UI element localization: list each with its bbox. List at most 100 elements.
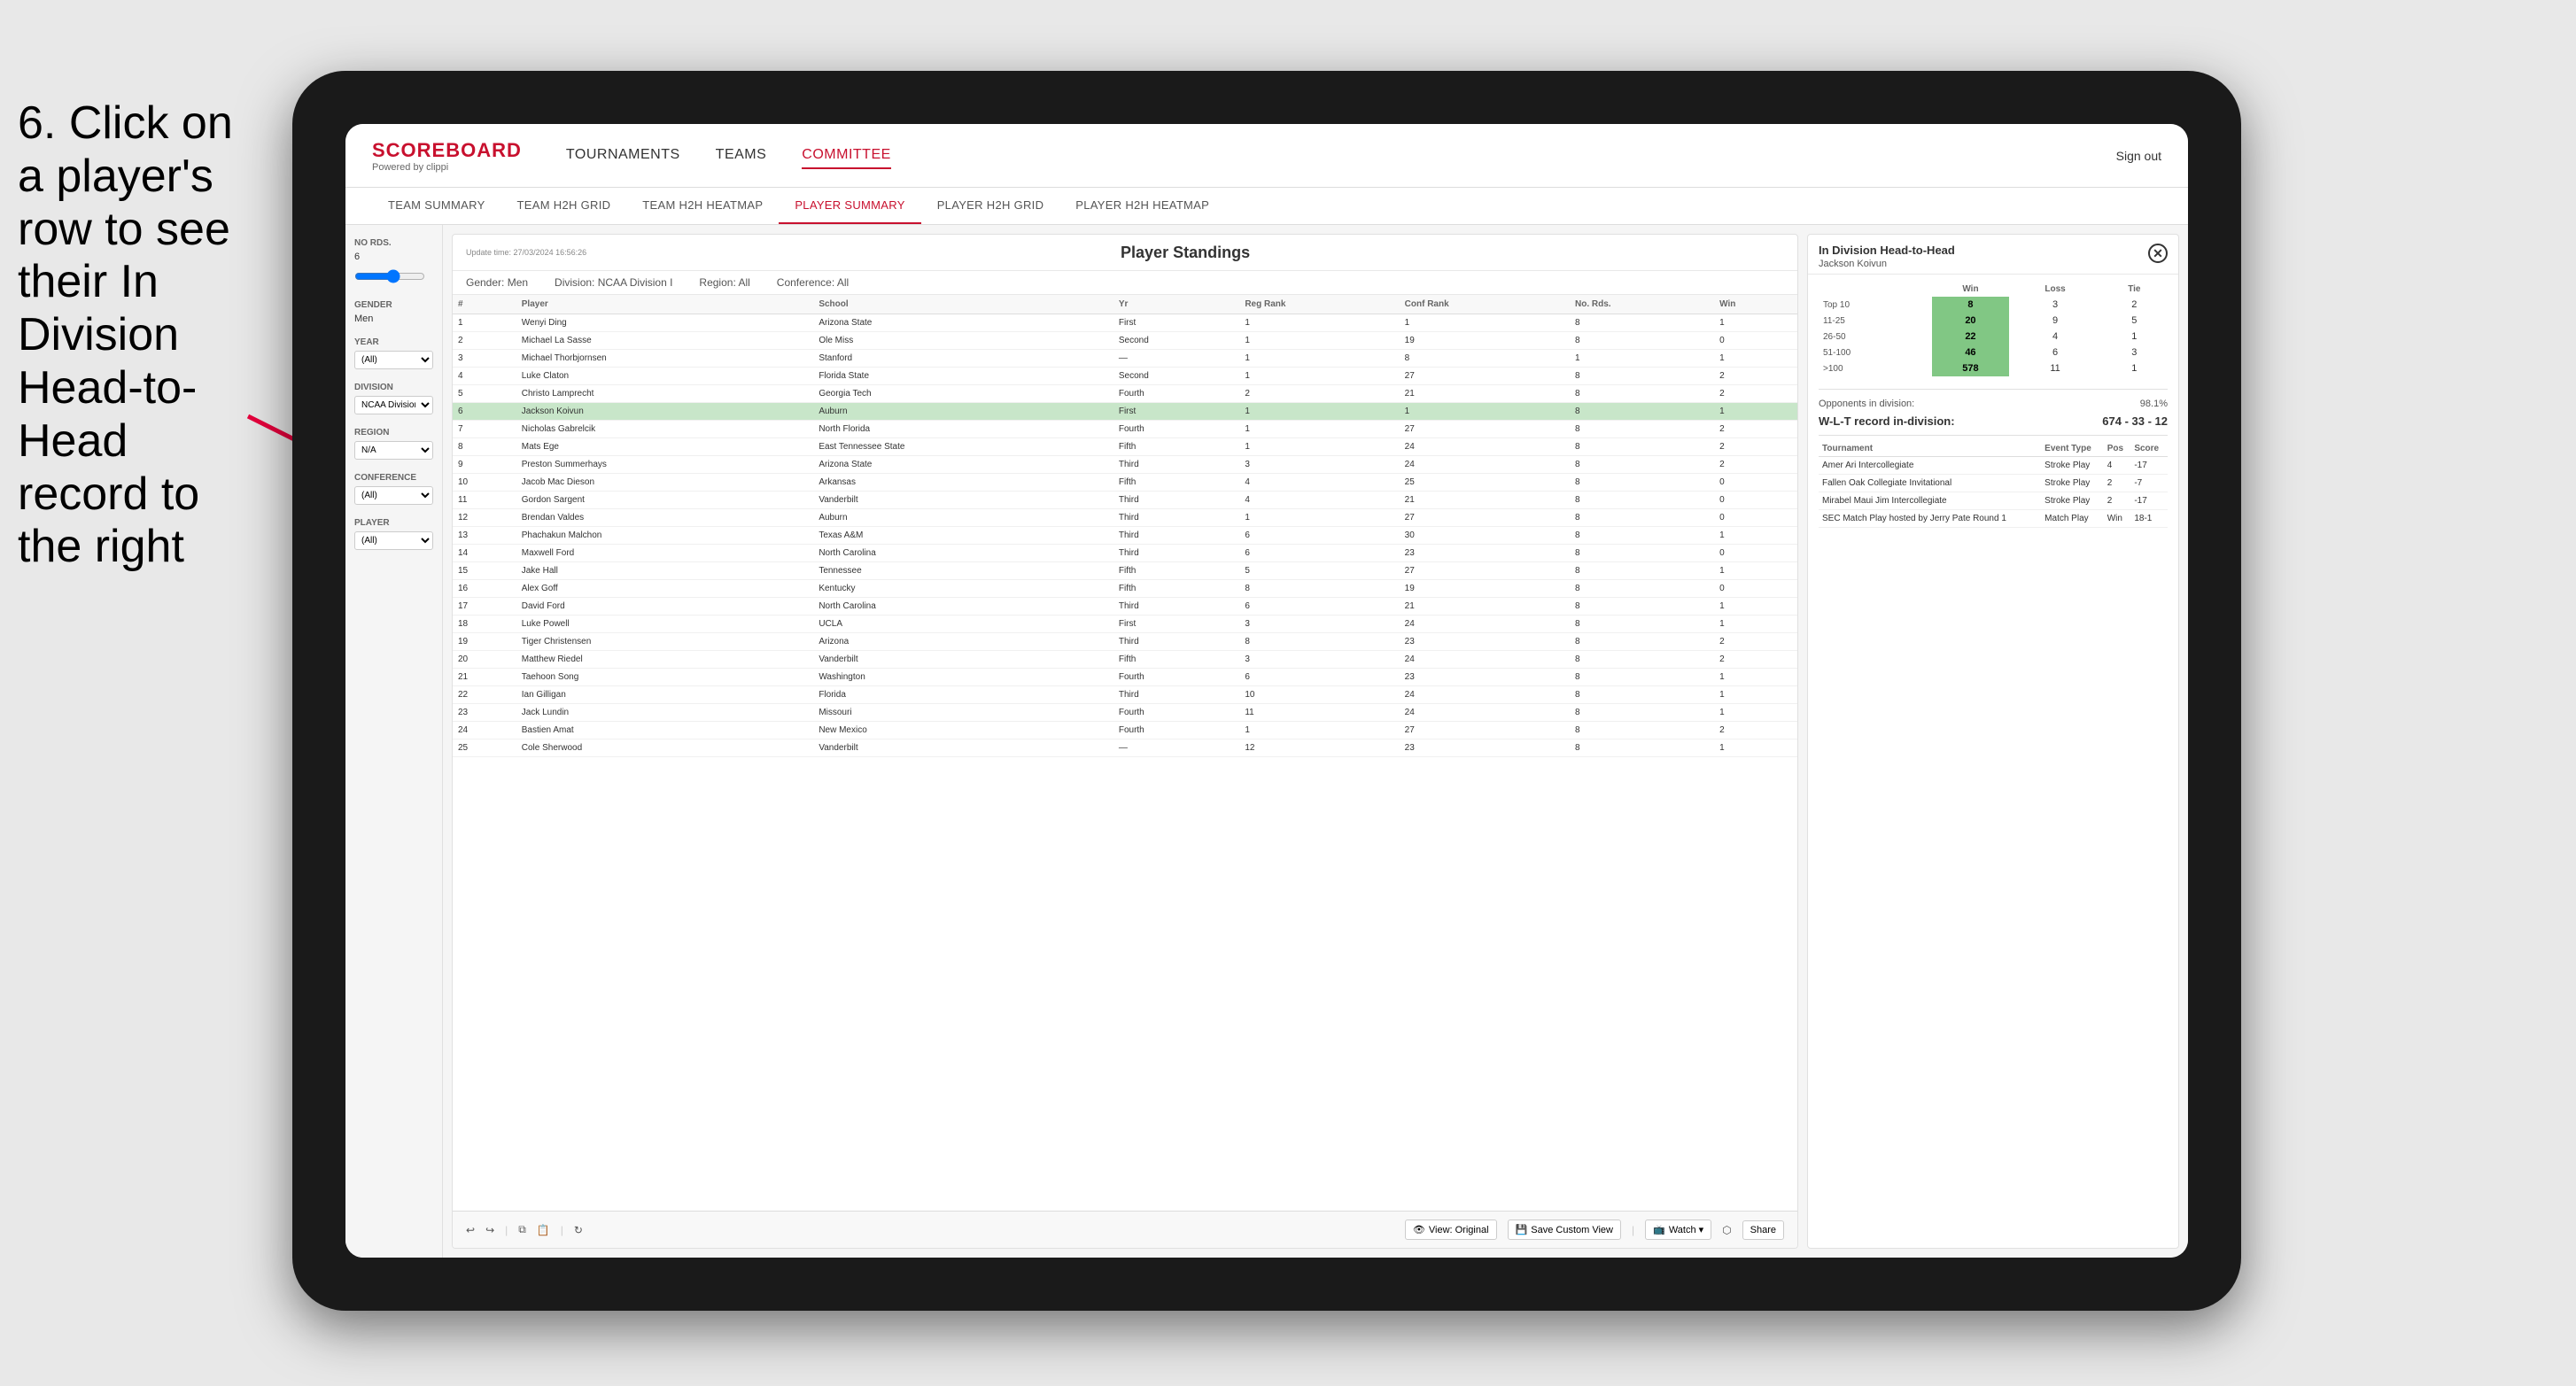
table-row[interactable]: 10 Jacob Mac Dieson Arkansas Fifth 4 25 … (453, 474, 1797, 492)
cell-rds: 8 (1570, 669, 1714, 686)
table-row[interactable]: 8 Mats Ege East Tennessee State Fifth 1 … (453, 438, 1797, 456)
cell-win: 0 (1714, 545, 1797, 562)
table-row[interactable]: 5 Christo Lamprecht Georgia Tech Fourth … (453, 385, 1797, 403)
cell-school: Auburn (813, 403, 1113, 421)
table-row[interactable]: 17 David Ford North Carolina Third 6 21 … (453, 598, 1797, 616)
sidebar-no-rds: No Rds. 6 (354, 238, 433, 287)
panel-header: Update time: 27/03/2024 16:56:26 Player … (453, 235, 1797, 271)
table-row[interactable]: 21 Taehoon Song Washington Fourth 6 23 8… (453, 669, 1797, 686)
cell-num: 14 (453, 545, 516, 562)
toolbar-undo-icon[interactable]: ↩ (466, 1224, 475, 1236)
cell-conf: 27 (1400, 421, 1570, 438)
table-row[interactable]: 18 Luke Powell UCLA First 3 24 8 1 (453, 616, 1797, 633)
watch-btn[interactable]: 📺 Watch ▾ (1645, 1220, 1711, 1240)
table-row[interactable]: 2 Michael La Sasse Ole Miss Second 1 19 … (453, 332, 1797, 350)
filter-division: Division: NCAA Division I (555, 276, 672, 289)
sub-nav-player-h2h-heatmap[interactable]: PLAYER H2H HEATMAP (1059, 188, 1225, 224)
sub-nav-team-h2h-grid[interactable]: TEAM H2H GRID (501, 188, 627, 224)
t-score: -17 (2130, 457, 2168, 475)
table-row[interactable]: 6 Jackson Koivun Auburn First 1 1 8 1 (453, 403, 1797, 421)
col-school: School (813, 295, 1113, 314)
conference-select[interactable]: (All) (354, 486, 433, 505)
table-row[interactable]: 4 Luke Claton Florida State Second 1 27 … (453, 368, 1797, 385)
sign-out-link[interactable]: Sign out (2116, 149, 2161, 163)
table-row[interactable]: 3 Michael Thorbjornsen Stanford — 1 8 1 … (453, 350, 1797, 368)
division-select[interactable]: NCAA Division I (354, 396, 433, 414)
region-select[interactable]: N/A (354, 441, 433, 460)
cell-num: 20 (453, 651, 516, 669)
cell-reg: 10 (1239, 686, 1399, 704)
cell-school: Vanderbilt (813, 739, 1113, 757)
table-row[interactable]: 7 Nicholas Gabrelcik North Florida Fourt… (453, 421, 1797, 438)
player-select[interactable]: (All) (354, 531, 433, 550)
h2h-table-section: Win Loss Tie Top 10 8 3 2 11-25 20 9 5 2… (1808, 275, 2178, 383)
year-label: Year (354, 337, 433, 347)
table-row[interactable]: 12 Brendan Valdes Auburn Third 1 27 8 0 (453, 509, 1797, 527)
col-conf-rank: Conf Rank (1400, 295, 1570, 314)
cell-rds: 8 (1570, 598, 1714, 616)
cell-reg: 1 (1239, 421, 1399, 438)
h2h-range: >100 (1819, 360, 1932, 376)
cell-year: Third (1113, 492, 1239, 509)
cell-school: Vanderbilt (813, 651, 1113, 669)
nav-item-tournaments[interactable]: TOURNAMENTS (566, 143, 680, 169)
table-row[interactable]: 16 Alex Goff Kentucky Fifth 8 19 8 0 (453, 580, 1797, 598)
logo-subtitle: Powered by clippi (372, 162, 522, 173)
cell-year: Third (1113, 527, 1239, 545)
logo-title: SCOREBOARD (372, 139, 522, 162)
toolbar-redo-icon[interactable]: ↪ (485, 1224, 494, 1236)
cell-school: Stanford (813, 350, 1113, 368)
toolbar-share-icon[interactable]: ⬡ (1722, 1224, 1731, 1236)
cell-num: 8 (453, 438, 516, 456)
year-select[interactable]: (All) (354, 351, 433, 369)
t-type: Match Play (2041, 510, 2104, 528)
toolbar-copy-icon[interactable]: ⧉ (518, 1223, 526, 1236)
save-custom-btn[interactable]: 💾 Save Custom View (1508, 1220, 1621, 1240)
cell-reg: 2 (1239, 385, 1399, 403)
table-row[interactable]: 19 Tiger Christensen Arizona Third 8 23 … (453, 633, 1797, 651)
sub-nav-team-summary[interactable]: TEAM SUMMARY (372, 188, 501, 224)
table-row[interactable]: 13 Phachakun Malchon Texas A&M Third 6 3… (453, 527, 1797, 545)
close-button[interactable]: ✕ (2148, 244, 2168, 263)
h2h-col-tie: Tie (2101, 282, 2168, 297)
cell-win: 1 (1714, 350, 1797, 368)
sub-nav-team-h2h-heatmap[interactable]: TEAM H2H HEATMAP (626, 188, 779, 224)
cell-school: Arizona State (813, 456, 1113, 474)
cell-rds: 8 (1570, 545, 1714, 562)
table-row[interactable]: 22 Ian Gilligan Florida Third 10 24 8 1 (453, 686, 1797, 704)
cell-conf: 27 (1400, 509, 1570, 527)
cell-year: Fifth (1113, 651, 1239, 669)
cell-player: Maxwell Ford (516, 545, 814, 562)
table-row[interactable]: 11 Gordon Sargent Vanderbilt Third 4 21 … (453, 492, 1797, 509)
nav-item-committee[interactable]: COMMITTEE (802, 143, 891, 169)
center-panel: Update time: 27/03/2024 16:56:26 Player … (452, 234, 1798, 1249)
cell-num: 5 (453, 385, 516, 403)
table-row[interactable]: 25 Cole Sherwood Vanderbilt — 12 23 8 1 (453, 739, 1797, 757)
table-row[interactable]: 23 Jack Lundin Missouri Fourth 11 24 8 1 (453, 704, 1797, 722)
no-rds-slider[interactable] (354, 269, 425, 283)
cell-year: Third (1113, 598, 1239, 616)
h2h-header-row: Win Loss Tie (1819, 282, 2168, 297)
table-row[interactable]: 14 Maxwell Ford North Carolina Third 6 2… (453, 545, 1797, 562)
table-row[interactable]: 15 Jake Hall Tennessee Fifth 5 27 8 1 (453, 562, 1797, 580)
cell-rds: 8 (1570, 332, 1714, 350)
sub-nav-player-summary[interactable]: PLAYER SUMMARY (779, 188, 920, 224)
cell-year: Third (1113, 633, 1239, 651)
view-original-btn[interactable]: 👁 View: Original (1405, 1220, 1497, 1240)
table-row[interactable]: 24 Bastien Amat New Mexico Fourth 1 27 8… (453, 722, 1797, 739)
share-btn[interactable]: Share (1742, 1220, 1784, 1240)
cell-year: — (1113, 739, 1239, 757)
toolbar-paste-icon[interactable]: 📋 (537, 1224, 550, 1236)
sub-nav-player-h2h-grid[interactable]: PLAYER H2H GRID (921, 188, 1060, 224)
table-row[interactable]: 20 Matthew Riedel Vanderbilt Fifth 3 24 … (453, 651, 1797, 669)
cell-win: 0 (1714, 492, 1797, 509)
toolbar-refresh-icon[interactable]: ↻ (574, 1224, 583, 1236)
cell-player: Michael La Sasse (516, 332, 814, 350)
cell-num: 19 (453, 633, 516, 651)
table-row[interactable]: 9 Preston Summerhays Arizona State Third… (453, 456, 1797, 474)
cell-year: Fifth (1113, 474, 1239, 492)
cell-rds: 8 (1570, 456, 1714, 474)
table-row[interactable]: 1 Wenyi Ding Arizona State First 1 1 8 1 (453, 314, 1797, 332)
cell-player: Jack Lundin (516, 704, 814, 722)
nav-item-teams[interactable]: TEAMS (716, 143, 767, 169)
